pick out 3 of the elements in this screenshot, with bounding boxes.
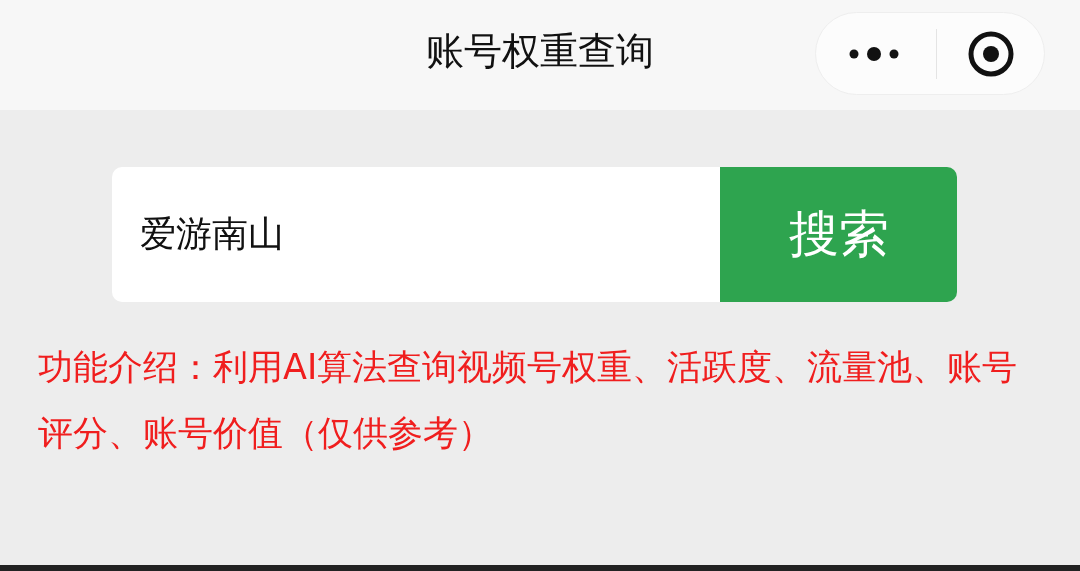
window-title: 账号权重查询 bbox=[426, 27, 654, 75]
search-field[interactable]: 爱游南山 bbox=[112, 167, 720, 302]
intro-text: 功能介绍：利用AI算法查询视频号权重、活跃度、流量池、账号评分、账号价值（仅供参考） bbox=[38, 346, 1019, 455]
